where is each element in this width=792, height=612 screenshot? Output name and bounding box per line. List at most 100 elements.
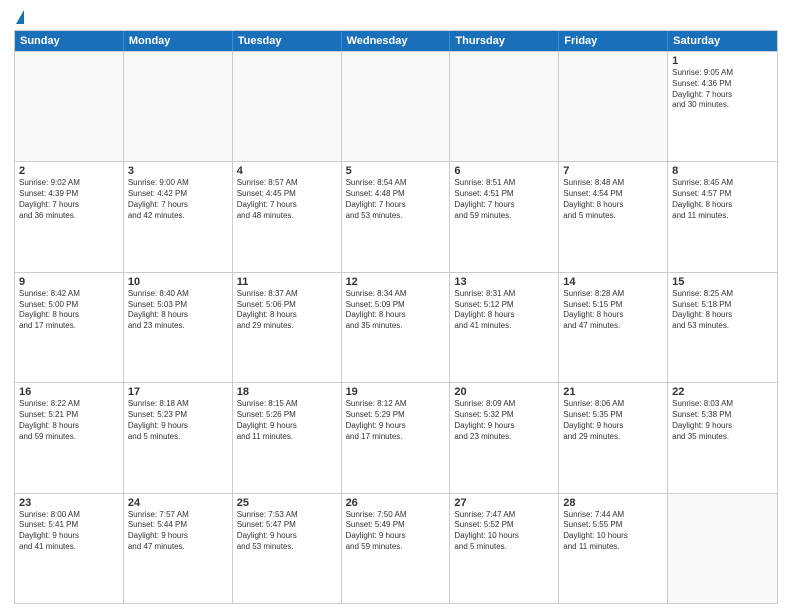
day-cell-1: 1Sunrise: 9:05 AM Sunset: 4:36 PM Daylig… [668,52,777,161]
calendar-row-1: 2Sunrise: 9:02 AM Sunset: 4:39 PM Daylig… [15,161,777,271]
day-number: 25 [237,497,337,509]
day-number: 6 [454,165,554,177]
header-day-wednesday: Wednesday [342,31,451,51]
day-cell-8: 8Sunrise: 8:45 AM Sunset: 4:57 PM Daylig… [668,162,777,271]
day-info: Sunrise: 8:54 AM Sunset: 4:48 PM Dayligh… [346,178,446,221]
header-day-tuesday: Tuesday [233,31,342,51]
day-cell-14: 14Sunrise: 8:28 AM Sunset: 5:15 PM Dayli… [559,273,668,382]
day-cell-12: 12Sunrise: 8:34 AM Sunset: 5:09 PM Dayli… [342,273,451,382]
day-number: 8 [672,165,773,177]
day-cell-5: 5Sunrise: 8:54 AM Sunset: 4:48 PM Daylig… [342,162,451,271]
day-info: Sunrise: 8:45 AM Sunset: 4:57 PM Dayligh… [672,178,773,221]
day-info: Sunrise: 8:12 AM Sunset: 5:29 PM Dayligh… [346,399,446,442]
calendar-body: 1Sunrise: 9:05 AM Sunset: 4:36 PM Daylig… [15,51,777,603]
calendar-row-3: 16Sunrise: 8:22 AM Sunset: 5:21 PM Dayli… [15,382,777,492]
day-info: Sunrise: 8:18 AM Sunset: 5:23 PM Dayligh… [128,399,228,442]
day-info: Sunrise: 9:00 AM Sunset: 4:42 PM Dayligh… [128,178,228,221]
day-number: 28 [563,497,663,509]
day-info: Sunrise: 8:51 AM Sunset: 4:51 PM Dayligh… [454,178,554,221]
day-cell-27: 27Sunrise: 7:47 AM Sunset: 5:52 PM Dayli… [450,494,559,603]
day-cell-19: 19Sunrise: 8:12 AM Sunset: 5:29 PM Dayli… [342,383,451,492]
day-info: Sunrise: 8:15 AM Sunset: 5:26 PM Dayligh… [237,399,337,442]
day-cell-18: 18Sunrise: 8:15 AM Sunset: 5:26 PM Dayli… [233,383,342,492]
day-info: Sunrise: 7:50 AM Sunset: 5:49 PM Dayligh… [346,510,446,553]
day-number: 16 [19,386,119,398]
day-number: 18 [237,386,337,398]
day-number: 15 [672,276,773,288]
day-info: Sunrise: 7:53 AM Sunset: 5:47 PM Dayligh… [237,510,337,553]
logo [14,10,24,24]
day-cell-25: 25Sunrise: 7:53 AM Sunset: 5:47 PM Dayli… [233,494,342,603]
calendar-row-4: 23Sunrise: 8:00 AM Sunset: 5:41 PM Dayli… [15,493,777,603]
day-cell-24: 24Sunrise: 7:57 AM Sunset: 5:44 PM Dayli… [124,494,233,603]
day-number: 22 [672,386,773,398]
day-number: 1 [672,55,773,67]
day-cell-empty-0-4 [450,52,559,161]
day-cell-10: 10Sunrise: 8:40 AM Sunset: 5:03 PM Dayli… [124,273,233,382]
day-number: 5 [346,165,446,177]
header-day-saturday: Saturday [668,31,777,51]
day-info: Sunrise: 8:06 AM Sunset: 5:35 PM Dayligh… [563,399,663,442]
calendar-row-2: 9Sunrise: 8:42 AM Sunset: 5:00 PM Daylig… [15,272,777,382]
day-cell-23: 23Sunrise: 8:00 AM Sunset: 5:41 PM Dayli… [15,494,124,603]
day-cell-21: 21Sunrise: 8:06 AM Sunset: 5:35 PM Dayli… [559,383,668,492]
day-number: 26 [346,497,446,509]
day-info: Sunrise: 8:57 AM Sunset: 4:45 PM Dayligh… [237,178,337,221]
day-info: Sunrise: 9:02 AM Sunset: 4:39 PM Dayligh… [19,178,119,221]
day-number: 20 [454,386,554,398]
day-cell-26: 26Sunrise: 7:50 AM Sunset: 5:49 PM Dayli… [342,494,451,603]
day-cell-3: 3Sunrise: 9:00 AM Sunset: 4:42 PM Daylig… [124,162,233,271]
day-cell-17: 17Sunrise: 8:18 AM Sunset: 5:23 PM Dayli… [124,383,233,492]
day-number: 23 [19,497,119,509]
day-cell-empty-0-1 [124,52,233,161]
day-number: 11 [237,276,337,288]
day-info: Sunrise: 9:05 AM Sunset: 4:36 PM Dayligh… [672,68,773,111]
day-info: Sunrise: 7:44 AM Sunset: 5:55 PM Dayligh… [563,510,663,553]
day-info: Sunrise: 8:40 AM Sunset: 5:03 PM Dayligh… [128,289,228,332]
day-cell-empty-0-3 [342,52,451,161]
day-number: 10 [128,276,228,288]
day-cell-empty-0-5 [559,52,668,161]
day-cell-16: 16Sunrise: 8:22 AM Sunset: 5:21 PM Dayli… [15,383,124,492]
day-cell-empty-0-2 [233,52,342,161]
day-info: Sunrise: 8:22 AM Sunset: 5:21 PM Dayligh… [19,399,119,442]
day-number: 7 [563,165,663,177]
calendar-row-0: 1Sunrise: 9:05 AM Sunset: 4:36 PM Daylig… [15,51,777,161]
day-cell-20: 20Sunrise: 8:09 AM Sunset: 5:32 PM Dayli… [450,383,559,492]
calendar: SundayMondayTuesdayWednesdayThursdayFrid… [14,30,778,604]
day-cell-empty-4-6 [668,494,777,603]
day-cell-7: 7Sunrise: 8:48 AM Sunset: 4:54 PM Daylig… [559,162,668,271]
day-number: 19 [346,386,446,398]
day-number: 3 [128,165,228,177]
day-cell-22: 22Sunrise: 8:03 AM Sunset: 5:38 PM Dayli… [668,383,777,492]
day-cell-empty-0-0 [15,52,124,161]
day-cell-2: 2Sunrise: 9:02 AM Sunset: 4:39 PM Daylig… [15,162,124,271]
day-cell-28: 28Sunrise: 7:44 AM Sunset: 5:55 PM Dayli… [559,494,668,603]
day-cell-6: 6Sunrise: 8:51 AM Sunset: 4:51 PM Daylig… [450,162,559,271]
day-info: Sunrise: 8:25 AM Sunset: 5:18 PM Dayligh… [672,289,773,332]
day-info: Sunrise: 8:00 AM Sunset: 5:41 PM Dayligh… [19,510,119,553]
header-day-monday: Monday [124,31,233,51]
day-info: Sunrise: 8:48 AM Sunset: 4:54 PM Dayligh… [563,178,663,221]
day-info: Sunrise: 7:57 AM Sunset: 5:44 PM Dayligh… [128,510,228,553]
day-cell-15: 15Sunrise: 8:25 AM Sunset: 5:18 PM Dayli… [668,273,777,382]
day-number: 12 [346,276,446,288]
header-day-friday: Friday [559,31,668,51]
calendar-header: SundayMondayTuesdayWednesdayThursdayFrid… [15,31,777,51]
day-info: Sunrise: 8:31 AM Sunset: 5:12 PM Dayligh… [454,289,554,332]
day-cell-13: 13Sunrise: 8:31 AM Sunset: 5:12 PM Dayli… [450,273,559,382]
day-info: Sunrise: 8:03 AM Sunset: 5:38 PM Dayligh… [672,399,773,442]
day-number: 13 [454,276,554,288]
header-day-sunday: Sunday [15,31,124,51]
day-cell-11: 11Sunrise: 8:37 AM Sunset: 5:06 PM Dayli… [233,273,342,382]
day-number: 9 [19,276,119,288]
day-info: Sunrise: 8:28 AM Sunset: 5:15 PM Dayligh… [563,289,663,332]
day-number: 27 [454,497,554,509]
day-number: 24 [128,497,228,509]
logo-triangle-icon [16,10,24,24]
day-info: Sunrise: 8:42 AM Sunset: 5:00 PM Dayligh… [19,289,119,332]
day-info: Sunrise: 8:09 AM Sunset: 5:32 PM Dayligh… [454,399,554,442]
day-number: 14 [563,276,663,288]
day-number: 2 [19,165,119,177]
day-info: Sunrise: 7:47 AM Sunset: 5:52 PM Dayligh… [454,510,554,553]
